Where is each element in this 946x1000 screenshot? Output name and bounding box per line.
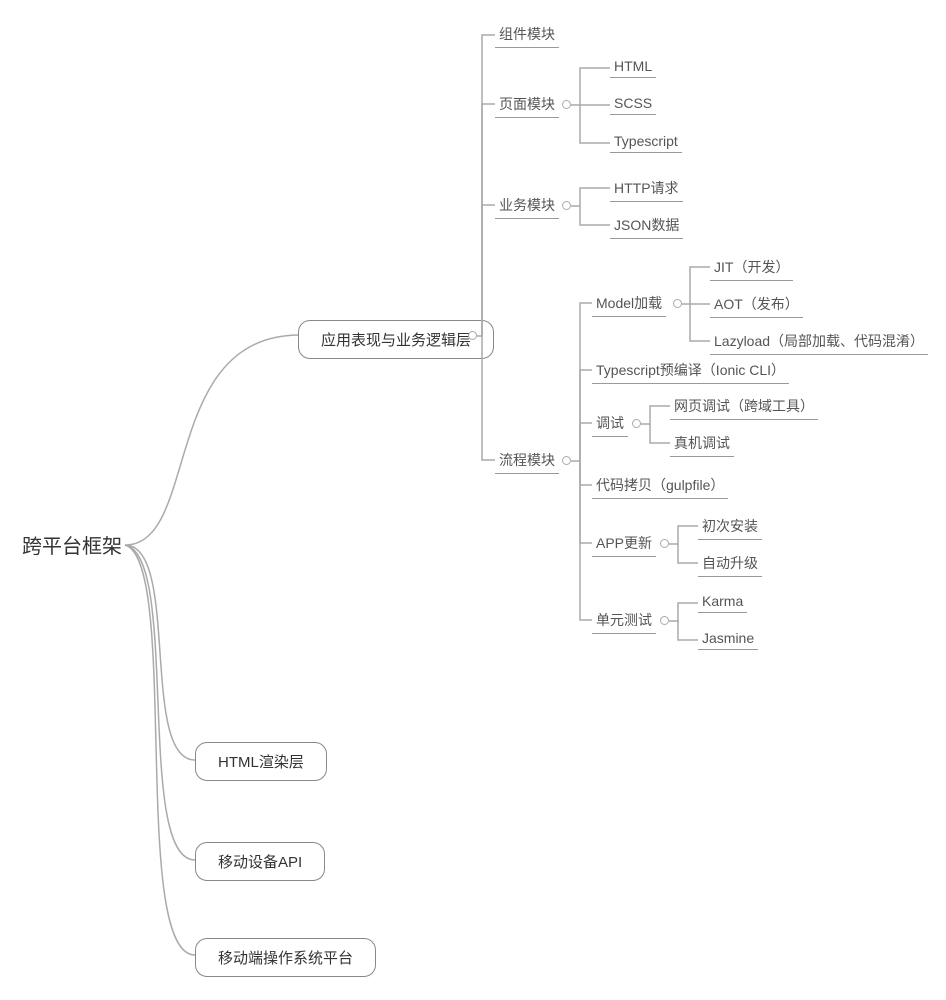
model-label: Model加载 bbox=[592, 291, 666, 317]
html-render-node: HTML渲染层 bbox=[195, 742, 327, 781]
process-module-label: 流程模块 bbox=[495, 448, 559, 474]
logic-layer-node: 应用表现与业务逻辑层 bbox=[298, 320, 494, 359]
web-debug-label: 网页调试（跨域工具） bbox=[670, 394, 818, 420]
model-fan bbox=[0, 0, 946, 1000]
lazy-label: Lazyload（局部加载、代码混淆） bbox=[710, 329, 928, 355]
update-fan bbox=[0, 0, 946, 1000]
copy-node: 代码拷贝（gulpfile） bbox=[592, 473, 728, 499]
auto-upgrade-label: 自动升级 bbox=[698, 551, 762, 577]
http-label: HTTP请求 bbox=[610, 176, 683, 202]
bullet-icon bbox=[660, 539, 669, 548]
jasmine-node: Jasmine bbox=[698, 628, 758, 650]
debug-node: 调试 bbox=[592, 411, 628, 437]
root-curves bbox=[0, 0, 946, 1000]
root-node: 跨平台框架 bbox=[22, 530, 122, 559]
debug-fan bbox=[0, 0, 946, 1000]
aot-label: AOT（发布） bbox=[710, 292, 803, 318]
update-node: APP更新 bbox=[592, 531, 656, 557]
unit-fan bbox=[0, 0, 946, 1000]
bullet-icon bbox=[632, 419, 641, 428]
auto-upgrade-node: 自动升级 bbox=[698, 551, 762, 577]
component-module-label: 组件模块 bbox=[495, 22, 559, 48]
real-debug-node: 真机调试 bbox=[670, 431, 734, 457]
karma-node: Karma bbox=[698, 591, 747, 613]
bullet-icon bbox=[562, 100, 571, 109]
mobile-api-label: 移动设备API bbox=[195, 842, 325, 881]
jit-label: JIT（开发） bbox=[710, 255, 793, 281]
lazy-node: Lazyload（局部加载、代码混淆） bbox=[710, 329, 928, 355]
html-render-label: HTML渲染层 bbox=[195, 742, 327, 781]
root-label: 跨平台框架 bbox=[22, 536, 122, 558]
logic-layer-label: 应用表现与业务逻辑层 bbox=[298, 320, 494, 359]
copy-label: 代码拷贝（gulpfile） bbox=[592, 473, 728, 499]
business-module-label: 业务模块 bbox=[495, 193, 559, 219]
bullet-icon bbox=[562, 201, 571, 210]
real-debug-label: 真机调试 bbox=[670, 431, 734, 457]
karma-label: Karma bbox=[698, 591, 747, 613]
update-label: APP更新 bbox=[592, 531, 656, 557]
mobile-os-node: 移动端操作系统平台 bbox=[195, 938, 376, 977]
ts-pre-label: Typescript预编译（Ionic CLI） bbox=[592, 358, 789, 384]
model-node: Model加载 bbox=[592, 291, 666, 317]
aot-node: AOT（发布） bbox=[710, 292, 803, 318]
unit-label: 单元测试 bbox=[592, 608, 656, 634]
logic-fan bbox=[0, 0, 946, 1000]
jasmine-label: Jasmine bbox=[698, 628, 758, 650]
page-ts-label: Typescript bbox=[610, 131, 682, 153]
bullet-icon bbox=[660, 616, 669, 625]
page-module-label: 页面模块 bbox=[495, 92, 559, 118]
jit-node: JIT（开发） bbox=[710, 255, 793, 281]
page-module-node: 页面模块 bbox=[495, 92, 559, 118]
component-module-node: 组件模块 bbox=[495, 22, 559, 48]
ts-pre-node: Typescript预编译（Ionic CLI） bbox=[592, 358, 789, 384]
process-fan bbox=[0, 0, 946, 1000]
page-html-node: HTML bbox=[610, 56, 656, 78]
bullet-icon bbox=[468, 331, 477, 340]
page-fan bbox=[0, 0, 946, 1000]
business-module-node: 业务模块 bbox=[495, 193, 559, 219]
page-scss-label: SCSS bbox=[610, 93, 656, 115]
unit-node: 单元测试 bbox=[592, 608, 656, 634]
first-install-label: 初次安装 bbox=[698, 514, 762, 540]
json-node: JSON数据 bbox=[610, 213, 683, 239]
first-install-node: 初次安装 bbox=[698, 514, 762, 540]
page-html-label: HTML bbox=[610, 56, 656, 78]
bullet-icon bbox=[673, 299, 682, 308]
mobile-api-node: 移动设备API bbox=[195, 842, 325, 881]
web-debug-node: 网页调试（跨域工具） bbox=[670, 394, 818, 420]
mobile-os-label: 移动端操作系统平台 bbox=[195, 938, 376, 977]
json-label: JSON数据 bbox=[610, 213, 683, 239]
business-fan bbox=[0, 0, 946, 1000]
http-node: HTTP请求 bbox=[610, 176, 683, 202]
process-module-node: 流程模块 bbox=[495, 448, 559, 474]
page-ts-node: Typescript bbox=[610, 131, 682, 153]
page-scss-node: SCSS bbox=[610, 93, 656, 115]
debug-label: 调试 bbox=[592, 411, 628, 437]
bullet-icon bbox=[562, 456, 571, 465]
